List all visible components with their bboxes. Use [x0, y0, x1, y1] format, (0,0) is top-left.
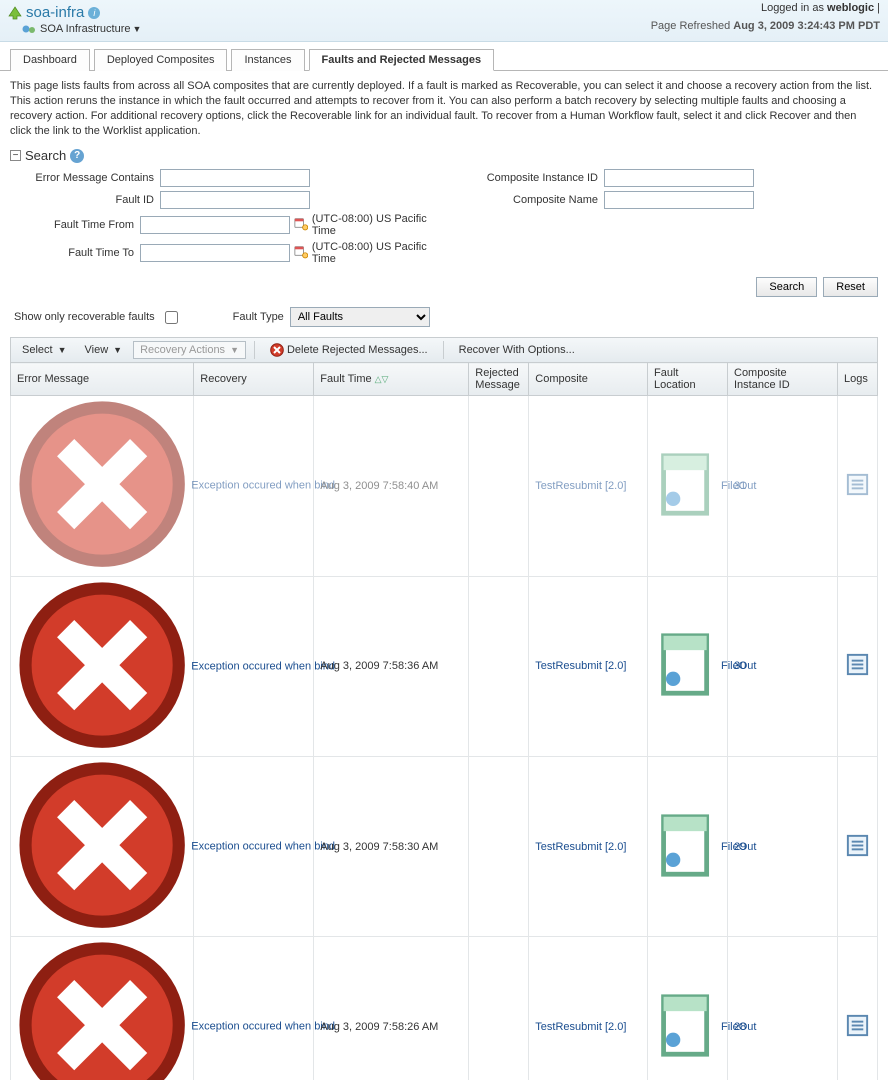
- instance-id-link[interactable]: 31: [734, 480, 746, 492]
- instance-id-link[interactable]: 30: [734, 660, 746, 672]
- instance-id-link[interactable]: 28: [734, 1021, 746, 1033]
- composite-instance-id-field[interactable]: [604, 169, 754, 187]
- error-link[interactable]: Exception occured when bind: [191, 1021, 335, 1033]
- info-icon[interactable]: i: [88, 7, 100, 19]
- timezone-info: (UTC-08:00) US Pacific Time: [312, 241, 434, 265]
- view-menu[interactable]: View▼: [78, 341, 130, 359]
- recover-with-options-button[interactable]: Recover With Options...: [452, 341, 582, 359]
- label-error-message: Error Message Contains: [10, 172, 160, 184]
- composite-name-field[interactable]: [604, 191, 754, 209]
- select-menu[interactable]: Select▼: [15, 341, 74, 359]
- fault-time: Aug 3, 2009 7:58:26 AM: [314, 937, 469, 1080]
- fault-time: Aug 3, 2009 7:58:40 AM: [314, 396, 469, 576]
- logs-icon[interactable]: [844, 669, 871, 681]
- help-icon[interactable]: ?: [70, 149, 84, 163]
- table-row[interactable]: Exception occured when bindAug 3, 2009 7…: [11, 937, 878, 1080]
- col-logs[interactable]: Logs: [838, 363, 878, 396]
- search-panel: Error Message Contains Fault ID Fault Ti…: [10, 169, 878, 269]
- collapse-icon[interactable]: −: [10, 150, 21, 161]
- error-link[interactable]: Exception occured when bind: [191, 480, 335, 492]
- show-recoverable-checkbox[interactable]: [165, 311, 178, 324]
- error-icon: [17, 741, 187, 753]
- error-link[interactable]: Exception occured when bind: [191, 660, 335, 672]
- table-row[interactable]: Exception occured when bindAug 3, 2009 7…: [11, 756, 878, 936]
- location-icon: [654, 1050, 721, 1062]
- up-arrow-icon[interactable]: [8, 6, 22, 20]
- delete-icon: [270, 343, 284, 357]
- toolbar-separator: [254, 341, 255, 359]
- label-composite-instance-id: Composite Instance ID: [454, 172, 604, 184]
- tab-deployed-composites[interactable]: Deployed Composites: [94, 49, 228, 71]
- fault-time: Aug 3, 2009 7:58:36 AM: [314, 576, 469, 756]
- label-fault-time-from: Fault Time From: [10, 219, 140, 231]
- page-description: This page lists faults from across all S…: [10, 79, 878, 138]
- logs-icon[interactable]: [844, 1030, 871, 1042]
- location-icon: [654, 689, 721, 701]
- search-title: Search: [25, 148, 66, 163]
- composite-link[interactable]: TestResubmit [2.0]: [535, 841, 626, 853]
- sort-indicator-icon: △▽: [375, 374, 389, 384]
- tab-strip: Dashboard Deployed Composites Instances …: [0, 42, 888, 71]
- col-recovery[interactable]: Recovery: [194, 363, 314, 396]
- page-header: soa-infra i SOA Infrastructure▼ Logged i…: [0, 0, 888, 42]
- delete-rejected-button[interactable]: Delete Rejected Messages...: [263, 340, 435, 360]
- infra-menu[interactable]: SOA Infrastructure▼: [40, 23, 141, 35]
- error-message-field[interactable]: [160, 169, 310, 187]
- recovery-actions-menu[interactable]: Recovery Actions▼: [133, 341, 246, 359]
- faults-table: Error Message Recovery Fault Time△▽ Reje…: [10, 362, 878, 1080]
- instance-id-link[interactable]: 29: [734, 841, 746, 853]
- error-link[interactable]: Exception occured when bind: [191, 840, 335, 852]
- login-info: Logged in as weblogic |: [761, 2, 880, 14]
- col-rejected[interactable]: Rejected Message: [469, 363, 529, 396]
- table-row[interactable]: Exception occured when bindAug 3, 2009 7…: [11, 396, 878, 576]
- fault-time-to-field[interactable]: [140, 244, 290, 262]
- tab-dashboard[interactable]: Dashboard: [10, 49, 90, 71]
- fault-id-field[interactable]: [160, 191, 310, 209]
- composite-link[interactable]: TestResubmit [2.0]: [535, 1021, 626, 1033]
- timezone-info: (UTC-08:00) US Pacific Time: [312, 213, 434, 237]
- page-title: soa-infra: [26, 4, 84, 21]
- search-button[interactable]: Search: [756, 277, 817, 297]
- label-fault-time-to: Fault Time To: [10, 247, 140, 259]
- table-toolbar: Select▼ View▼ Recovery Actions▼ Delete R…: [10, 337, 878, 362]
- logs-icon[interactable]: [844, 850, 871, 862]
- toolbar-separator: [443, 341, 444, 359]
- fault-type-select[interactable]: All Faults: [290, 307, 430, 327]
- location-icon: [654, 509, 721, 521]
- location-icon: [654, 870, 721, 882]
- col-composite[interactable]: Composite: [529, 363, 648, 396]
- calendar-icon[interactable]: [294, 245, 308, 261]
- tab-instances[interactable]: Instances: [231, 49, 304, 71]
- composite-link[interactable]: TestResubmit [2.0]: [535, 480, 626, 492]
- composite-link[interactable]: TestResubmit [2.0]: [535, 660, 626, 672]
- fault-time-from-field[interactable]: [140, 216, 290, 234]
- reset-button[interactable]: Reset: [823, 277, 878, 297]
- col-error[interactable]: Error Message: [11, 363, 194, 396]
- calendar-icon[interactable]: [294, 217, 308, 233]
- table-row[interactable]: Exception occured when bindAug 3, 2009 7…: [11, 576, 878, 756]
- col-cid[interactable]: Composite Instance ID: [728, 363, 838, 396]
- error-icon: [17, 561, 187, 573]
- fault-time: Aug 3, 2009 7:58:30 AM: [314, 756, 469, 936]
- infra-icon: [22, 24, 36, 34]
- col-location[interactable]: Fault Location: [648, 363, 728, 396]
- refresh-info: Page Refreshed Aug 3, 2009 3:24:43 PM PD…: [651, 20, 880, 32]
- logs-icon[interactable]: [844, 489, 871, 501]
- label-composite-name: Composite Name: [454, 194, 604, 206]
- label-fault-type: Fault Type: [233, 311, 284, 323]
- col-fault-time[interactable]: Fault Time△▽: [314, 363, 469, 396]
- error-icon: [17, 921, 187, 933]
- label-show-recoverable: Show only recoverable faults: [14, 311, 155, 323]
- label-fault-id: Fault ID: [10, 194, 160, 206]
- tab-faults[interactable]: Faults and Rejected Messages: [309, 49, 495, 71]
